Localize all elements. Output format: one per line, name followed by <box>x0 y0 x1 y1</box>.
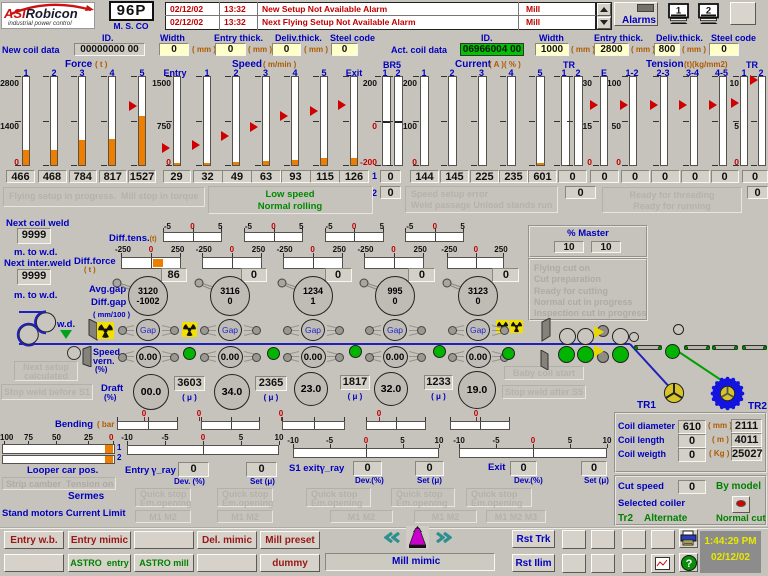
svg-text:?: ? <box>685 558 692 570</box>
